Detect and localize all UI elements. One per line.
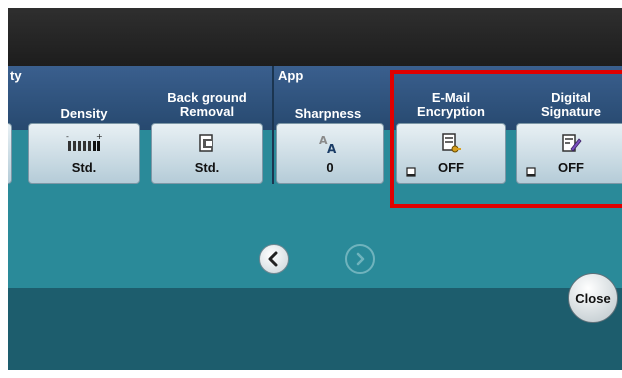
sharpness-value: 0	[326, 160, 334, 175]
density-title: Density	[60, 106, 108, 121]
svg-text:-: -	[66, 133, 69, 141]
chevron-right-icon	[356, 252, 365, 266]
density-button[interactable]: - + Std.	[28, 123, 140, 184]
group-label-application: App	[278, 68, 304, 83]
function-button-partial[interactable]	[8, 123, 12, 184]
background-removal-button[interactable]: Std.	[151, 123, 263, 184]
sharpness-button[interactable]: A A 0	[276, 123, 384, 184]
bottom-panel	[8, 288, 622, 370]
background-removal-title-line2: Removal	[179, 104, 235, 119]
density-scale-icon: - +	[66, 133, 102, 151]
copier-panel-screen: ty App Density - + Std. Back ground Remo…	[8, 8, 622, 370]
sharpness-title: Sharpness	[294, 106, 362, 121]
svg-text:A: A	[327, 142, 337, 155]
next-page-button[interactable]	[345, 244, 375, 274]
sharpness-icon: A A	[319, 134, 337, 155]
chevron-left-icon	[268, 251, 278, 267]
svg-text:+: +	[96, 133, 102, 141]
top-status-bar	[8, 8, 622, 66]
highlight-frame	[390, 70, 622, 208]
previous-page-button[interactable]	[259, 244, 289, 274]
density-value: Std.	[71, 160, 97, 175]
background-removal-title: Back ground Removal	[151, 91, 263, 119]
group-divider	[272, 66, 274, 184]
close-button[interactable]: Close	[568, 273, 618, 323]
background-removal-icon	[199, 134, 213, 152]
background-removal-title-line1: Back ground	[167, 90, 247, 105]
group-label-quality: ty	[10, 68, 22, 83]
background-removal-value: Std.	[194, 160, 220, 175]
